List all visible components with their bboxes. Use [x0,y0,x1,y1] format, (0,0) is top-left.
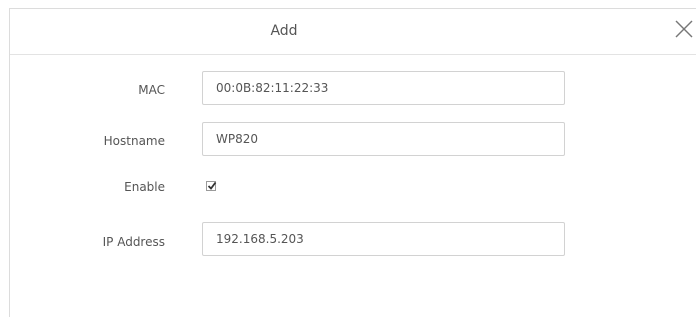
enable-checkbox[interactable] [206,181,217,191]
close-icon [675,20,693,38]
enable-label: Enable [124,180,165,194]
ip-address-label: IP Address [102,235,165,249]
mac-input[interactable] [202,71,565,105]
dialog-header: Add [10,9,696,55]
add-dialog: Add MAC Hostname Enable IP Address [9,8,696,317]
close-button[interactable] [673,18,695,40]
checkmark-icon [207,181,217,190]
hostname-input[interactable] [202,122,565,156]
ip-address-input[interactable] [202,222,565,256]
mac-label: MAC [138,83,165,97]
dialog-title: Add [270,23,298,39]
hostname-label: Hostname [103,134,165,148]
